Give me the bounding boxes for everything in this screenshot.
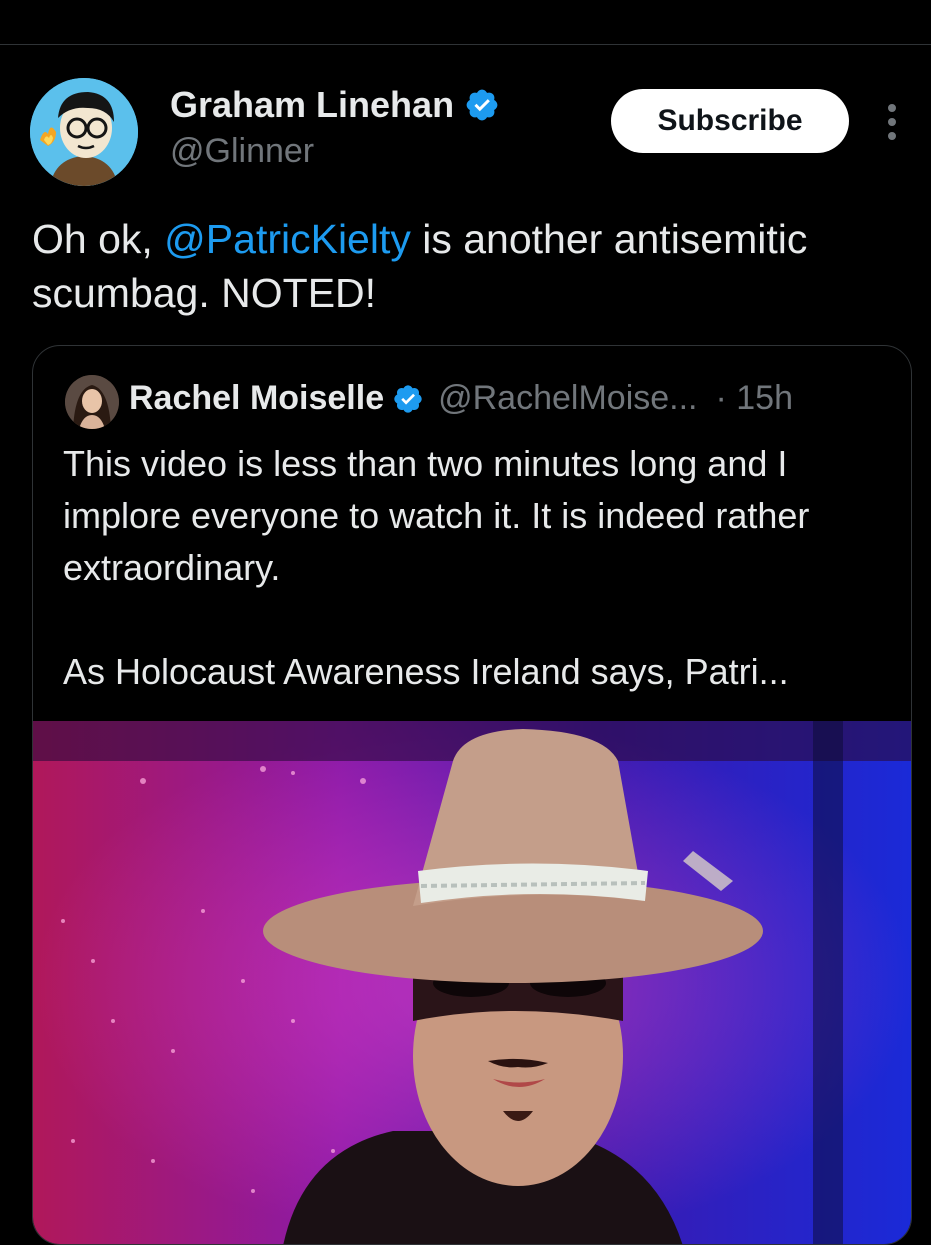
author-name[interactable]: Graham Linehan: [170, 84, 500, 126]
video-frame-image: [33, 721, 911, 1244]
author-avatar-illustration: [30, 78, 138, 186]
post-text: Oh ok, @PatricKielty is another antisemi…: [32, 212, 892, 320]
subscribe-button[interactable]: Subscribe: [611, 89, 849, 153]
quoted-video-thumbnail[interactable]: [33, 721, 911, 1244]
author-handle[interactable]: @Glinner: [170, 132, 314, 171]
author-avatar[interactable]: [30, 78, 138, 186]
quoted-avatar-photo: [65, 375, 119, 429]
verified-badge-icon: [466, 89, 498, 121]
more-dot: [888, 104, 896, 112]
quoted-author-handle[interactable]: @RachelMoise...: [438, 379, 697, 418]
top-edge-glyph: ʼ: [842, 0, 847, 14]
quoted-author-name[interactable]: Rachel Moiselle: [129, 379, 384, 418]
more-dot: [888, 132, 896, 140]
quoted-post-text: This video is less than two minutes long…: [63, 438, 893, 698]
quoted-paragraph-2: As Holocaust Awareness Ireland says, Pat…: [63, 651, 789, 692]
more-dot: [888, 118, 896, 126]
quoted-paragraph-1: This video is less than two minutes long…: [63, 443, 810, 588]
quoted-post-card[interactable]: Rachel Moiselle @RachelMoise... · 15h Th…: [32, 345, 912, 1245]
post-text-before: Oh ok,: [32, 216, 165, 262]
author-name-text[interactable]: Graham Linehan: [170, 84, 454, 126]
verified-badge-icon: [394, 384, 422, 413]
quoted-author-avatar[interactable]: [65, 375, 119, 429]
quoted-post-time[interactable]: · 15h: [716, 379, 794, 418]
top-divider: [0, 44, 931, 45]
more-options-icon[interactable]: [874, 100, 910, 144]
quoted-post-header: Rachel Moiselle @RachelMoise... · 15h: [129, 379, 793, 418]
mention-link[interactable]: @PatricKielty: [164, 216, 411, 262]
